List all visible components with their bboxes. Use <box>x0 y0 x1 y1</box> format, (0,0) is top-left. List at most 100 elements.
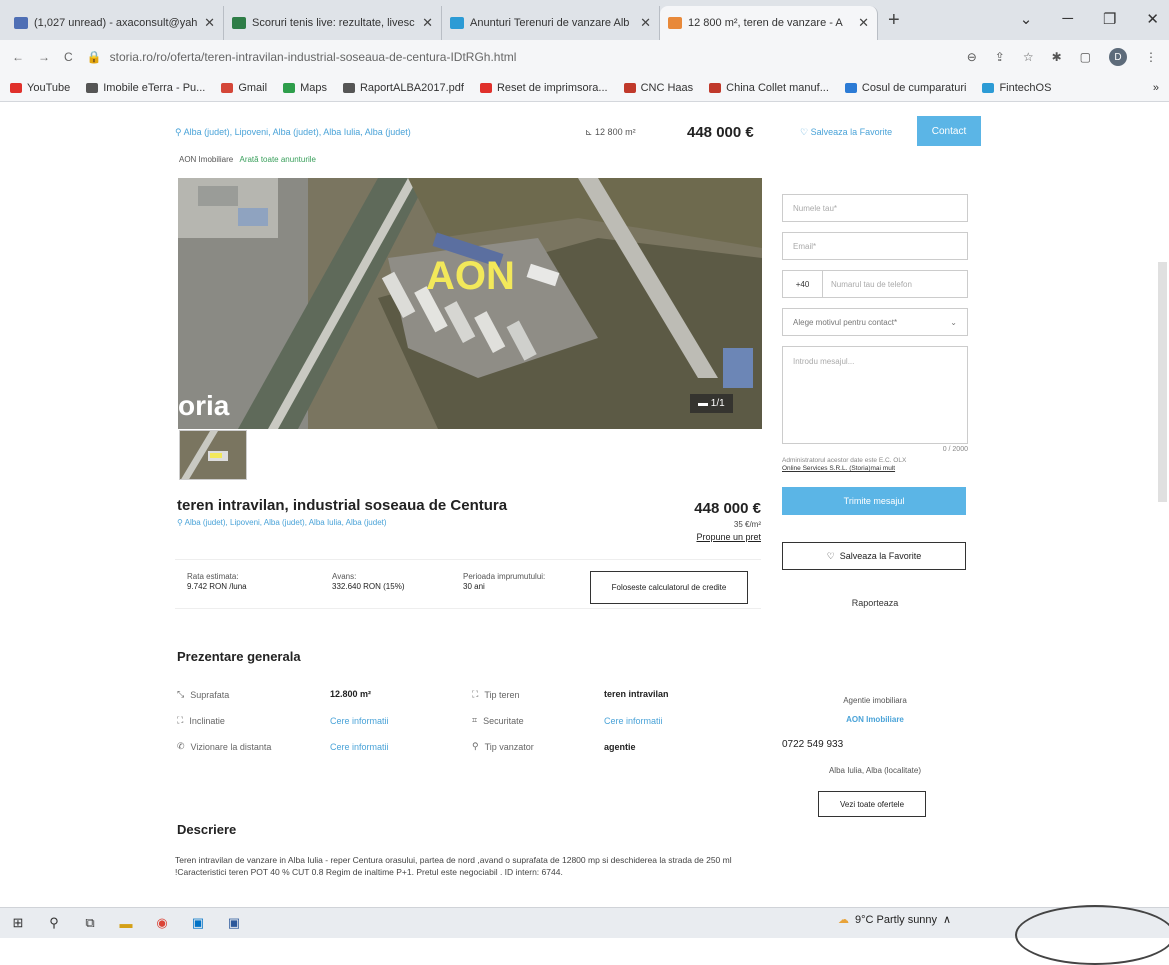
agent-phone[interactable]: 0722 549 933 <box>782 739 968 750</box>
browser-tab[interactable]: 12 800 m², teren de vanzare - A ✕ <box>660 6 878 40</box>
new-tab-button[interactable]: + <box>888 9 900 32</box>
chrome-icon[interactable]: ◉ <box>154 915 170 931</box>
person-icon: ⚲ <box>472 741 479 751</box>
bookmark-item[interactable]: China Collet manuf... <box>709 82 829 94</box>
period-value: 30 ani <box>463 582 485 591</box>
windows-start-icon[interactable]: ⊞ <box>10 915 26 931</box>
close-tab-icon[interactable]: ✕ <box>640 15 651 31</box>
agent-name[interactable]: AON Imobiliare <box>782 715 968 724</box>
remote-view-info-link[interactable]: Cere informatii <box>330 742 389 752</box>
menu-icon[interactable]: ⋮ <box>1145 50 1157 64</box>
weather-text: 9°C Partly sunny <box>855 913 938 926</box>
name-input[interactable]: Numele tau* <box>782 194 968 222</box>
main-photo[interactable]: AON oria ▬ 1/1 <box>178 178 762 429</box>
sun-cloud-icon: ☁ <box>838 914 849 926</box>
admin-link[interactable]: Online Services S.R.L. (Storia)mai mult <box>782 465 895 472</box>
sidebar-icon[interactable]: ▢ <box>1080 50 1091 64</box>
reason-select[interactable]: Alege motivul pentru contact* ⌄ <box>782 308 968 336</box>
all-ads-link[interactable]: Arată toate anunturile <box>239 155 316 164</box>
advance-cell: Avans: 332.640 RON (15%) <box>332 572 404 592</box>
tab-search-icon[interactable]: ⌄ <box>1020 10 1033 28</box>
propose-price-link[interactable]: Propune un pret <box>645 532 761 542</box>
browser-tab[interactable]: Scoruri tenis live: rezultate, livesc ✕ <box>224 6 442 40</box>
bookmark-item[interactable]: Reset de imprimsora... <box>479 82 608 94</box>
sticky-header: ⚲ Alba (judet), Lipoveni, Alba (judet), … <box>175 114 985 150</box>
overview-title: Prezentare generala <box>177 649 301 664</box>
file-explorer-icon[interactable]: ▬ <box>118 915 134 931</box>
bookmark-favicon-icon <box>844 82 857 93</box>
minimize-icon[interactable]: ─ <box>1062 10 1073 28</box>
browser-tab[interactable]: (1,027 unread) - axaconsult@yah ✕ <box>6 6 224 40</box>
period-label: Perioada imprumutului: <box>463 572 546 581</box>
agency-name: AON Imobiliare <box>179 155 234 164</box>
save-favorite-button[interactable]: ♡ Salveaza la Favorite <box>782 542 966 570</box>
security-info-link[interactable]: Cere informatii <box>604 716 663 726</box>
rate-label: Rata estimata: <box>187 572 239 581</box>
star-icon[interactable]: ☆ <box>1023 50 1034 64</box>
bookmark-label: China Collet manuf... <box>726 81 829 94</box>
email-input[interactable]: Email* <box>782 232 968 260</box>
send-message-button[interactable]: Trimite mesajul <box>782 487 966 515</box>
bookmark-favicon-icon <box>479 82 492 93</box>
admin-notice: Administratorul acestor date este E.C. O… <box>782 457 968 473</box>
bookmark-item[interactable]: FintechOS <box>982 82 1051 94</box>
bookmark-label: YouTube <box>27 81 71 94</box>
profile-avatar[interactable]: D <box>1109 48 1127 66</box>
view-all-offers-button[interactable]: Vezi toate ofertele <box>818 791 926 817</box>
outlook-icon[interactable]: ▣ <box>190 915 206 931</box>
back-icon[interactable]: ← <box>12 50 24 64</box>
message-textarea[interactable]: Introdu mesajul... <box>782 346 968 444</box>
header-location[interactable]: ⚲ Alba (judet), Lipoveni, Alba (judet), … <box>175 127 411 138</box>
bookmark-item[interactable]: RaportALBA2017.pdf <box>342 82 464 94</box>
slope-icon: ⛶ <box>177 715 184 725</box>
feature-seller-type: ⚲ Tip vanzator <box>472 741 534 752</box>
aon-logo: AON <box>426 254 515 298</box>
feature-slope: ⛶ Inclinatie <box>177 715 225 726</box>
scrollbar[interactable] <box>1158 262 1167 502</box>
header-area: ⊾ 12 800 m² <box>585 126 636 137</box>
phone-input[interactable]: +40 Numarul tau de telefon <box>782 270 968 298</box>
restore-icon[interactable]: ❐ <box>1103 10 1116 28</box>
phone-prefix[interactable]: +40 <box>783 271 823 297</box>
browser-tab[interactable]: Anunturi Terenuri de vanzare Alb ✕ <box>442 6 660 40</box>
tray-chevron-icon[interactable]: ∧ <box>943 913 951 926</box>
slope-info-link[interactable]: Cere informatii <box>330 716 389 726</box>
share-icon[interactable]: ⇪ <box>995 50 1005 64</box>
tab-title: (1,027 unread) - axaconsult@yah <box>34 17 198 29</box>
bookmark-item[interactable]: Gmail <box>221 82 267 94</box>
bookmark-item[interactable]: Imobile eTerra - Pu... <box>86 82 205 94</box>
contact-button[interactable]: Contact <box>917 116 981 146</box>
forward-icon[interactable]: → <box>38 50 50 64</box>
bookmark-favicon-icon <box>623 82 636 93</box>
bookmark-item[interactable]: CNC Haas <box>623 82 693 94</box>
reload-icon[interactable]: C <box>64 50 73 64</box>
report-link[interactable]: Raporteaza <box>782 598 968 608</box>
bookmarks-overflow-icon[interactable]: » <box>1153 82 1159 94</box>
feature-land-type: ⛶ Tip teren <box>472 689 520 700</box>
word-icon[interactable]: ▣ <box>226 915 242 931</box>
bookmark-favicon-icon <box>221 82 234 93</box>
close-tab-icon[interactable]: ✕ <box>422 15 433 31</box>
url-field[interactable]: 🔒 storia.ro/ro/oferta/teren-intravilan-i… <box>87 50 953 64</box>
aerial-photo <box>178 178 762 429</box>
extensions-icon[interactable]: ✱ <box>1052 50 1062 64</box>
agent-city: Alba Iulia, Alba (localitate) <box>828 766 922 775</box>
header-price: 448 000 € <box>687 123 754 141</box>
bookmark-item[interactable]: YouTube <box>10 82 70 94</box>
bookmark-item[interactable]: Cosul de cumparaturi <box>844 82 966 94</box>
close-tab-icon[interactable]: ✕ <box>204 15 215 31</box>
task-view-icon[interactable]: ⧉ <box>82 915 98 931</box>
photo-thumbnail[interactable] <box>179 430 247 480</box>
search-icon[interactable]: ⚲ <box>46 915 62 931</box>
credit-calculator-button[interactable]: Foloseste calculatorul de credite <box>590 571 748 604</box>
zoom-icon[interactable]: ⊖ <box>967 50 977 64</box>
tab-title: Anunturi Terenuri de vanzare Alb <box>470 17 630 29</box>
header-save-favorite[interactable]: ♡ Salveaza la Favorite <box>800 127 892 138</box>
weather-widget[interactable]: ☁ 9°C Partly sunny ∧ <box>838 913 951 927</box>
bookmark-item[interactable]: Maps <box>283 82 327 94</box>
close-tab-icon[interactable]: ✕ <box>858 15 869 31</box>
listing-location[interactable]: ⚲ Alba (judet), Lipoveni, Alba (judet), … <box>177 518 387 527</box>
bookmark-favicon-icon <box>86 82 99 93</box>
close-window-icon[interactable]: ✕ <box>1146 10 1159 28</box>
bookmark-label: Gmail <box>238 81 268 94</box>
